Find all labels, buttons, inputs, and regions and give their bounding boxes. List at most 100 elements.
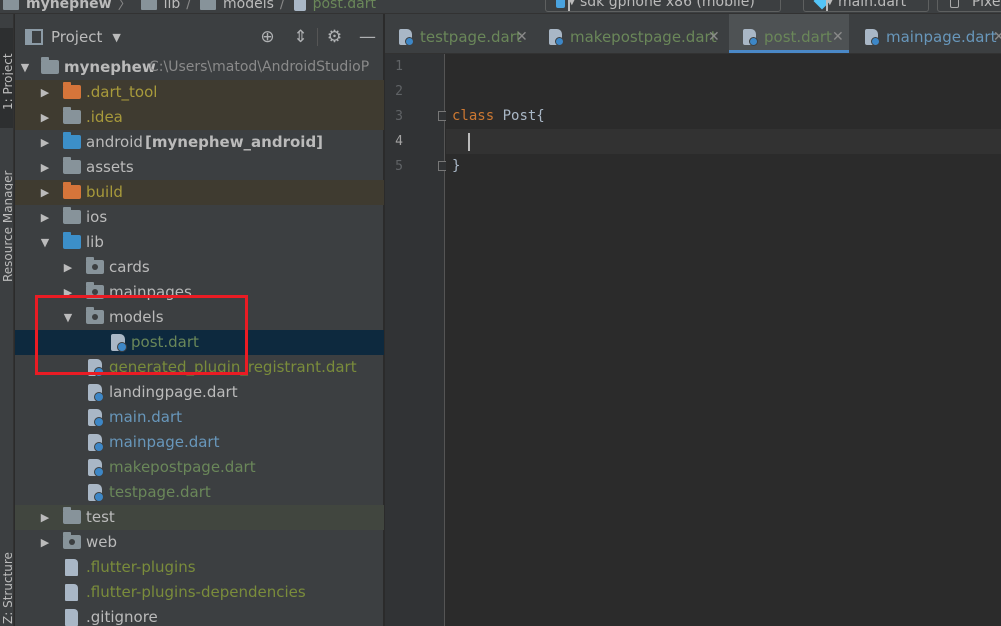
tree-item-label: assets: [86, 158, 134, 176]
tab-post[interactable]: post.dart ✕: [729, 14, 849, 53]
tree-item-web[interactable]: ▶ web: [15, 530, 384, 555]
resource-manager-tool-tab[interactable]: Resource Manager: [0, 154, 13, 294]
git-file-icon: [65, 609, 78, 626]
line-number: 2: [395, 84, 403, 99]
tree-item-label: makepostpage.dart: [109, 458, 256, 476]
chevron-down-icon[interactable]: ▼: [19, 55, 31, 80]
close-icon[interactable]: ✕: [516, 14, 528, 53]
editor-gutter: 1 2 3 4 5: [385, 54, 448, 626]
close-icon[interactable]: ✕: [832, 14, 844, 53]
breadcrumb-lib[interactable]: lib: [164, 0, 181, 12]
chevron-right-icon[interactable]: ▶: [39, 155, 51, 180]
idea-folder-icon: [63, 107, 81, 124]
dart-file-icon: [88, 484, 104, 502]
text-cursor: [468, 133, 470, 151]
folder-icon: [140, 0, 157, 10]
tree-item-main-dart[interactable]: main.dart: [15, 405, 384, 430]
gear-icon[interactable]: ⚙: [318, 24, 351, 50]
tree-item-label: cards: [109, 258, 150, 276]
avd-selector[interactable]: Pixe: [937, 0, 1001, 12]
dart-file-icon: [549, 29, 564, 46]
tree-item-cards[interactable]: ▶ cards: [15, 255, 384, 280]
chevron-right-icon[interactable]: ▶: [39, 505, 51, 530]
structure-tool-tab[interactable]: Z: Structure: [0, 534, 13, 626]
tree-item-build[interactable]: ▶ build: [15, 180, 384, 205]
tree-item-label: testpage.dart: [109, 483, 211, 501]
tab-makepostpage[interactable]: makepostpage.dart ✕: [535, 14, 729, 53]
line-number: 1: [395, 59, 403, 74]
tree-item-makepostpage[interactable]: makepostpage.dart: [15, 455, 384, 480]
avd-selector-label: Pixe: [972, 0, 1001, 10]
line-number: 3: [395, 109, 403, 124]
tab-label: testpage.dart: [420, 28, 522, 46]
web-folder-icon: [63, 532, 81, 549]
current-line-highlight: [446, 129, 1001, 154]
close-icon[interactable]: ✕: [708, 14, 720, 53]
chevron-down-icon[interactable]: ▼: [112, 31, 120, 44]
breadcrumb-separator: /: [186, 0, 191, 12]
tree-item-flutter-plugins[interactable]: .flutter-plugins: [15, 555, 384, 580]
tree-item-android[interactable]: ▶ android [mynephew_android]: [15, 130, 384, 155]
chevron-right-icon[interactable]: ▶: [39, 180, 51, 205]
tab-label: mainpage.dart: [886, 28, 997, 46]
breadcrumb-project[interactable]: mynephew: [26, 0, 112, 12]
dart-file-icon: [865, 29, 880, 46]
folder-icon: [3, 0, 19, 10]
code-token: Post{: [494, 108, 545, 124]
chevron-down-icon: ▼: [826, 0, 834, 11]
chevron-right-icon[interactable]: ▶: [39, 530, 51, 555]
tree-item-label: .dart_tool: [86, 83, 158, 101]
dart-file-icon: [88, 384, 104, 402]
project-view-selector[interactable]: Project: [51, 28, 102, 46]
tree-item-assets[interactable]: ▶ assets: [15, 155, 384, 180]
tree-item-mainpage[interactable]: mainpage.dart: [15, 430, 384, 455]
run-configuration-selector[interactable]: main.dart ▼: [803, 0, 929, 12]
tree-item-flutter-plugins-dependencies[interactable]: .flutter-plugins-dependencies: [15, 580, 384, 605]
left-tool-window-bar: 1: Project Resource Manager Z: Structure: [0, 14, 14, 626]
chevron-right-icon[interactable]: ▶: [39, 80, 51, 105]
dart-file-icon: [399, 29, 414, 46]
tree-item-root[interactable]: ▼ mynephew C:\Users\matod\AndroidStudioP: [15, 55, 384, 80]
breadcrumb-separator: 〉: [117, 0, 132, 13]
tree-item-dart-tool[interactable]: ▶ .dart_tool: [15, 80, 384, 105]
code-editor[interactable]: class Post{ }: [446, 54, 1001, 626]
annotation-highlight-box: [35, 295, 248, 375]
tree-item-label: main.dart: [109, 408, 183, 426]
collapse-all-icon[interactable]: ⇕: [284, 24, 317, 50]
project-tool-tab[interactable]: 1: Project: [0, 28, 13, 128]
tree-item-label: mynephew: [64, 58, 156, 76]
locate-file-icon[interactable]: ⊕: [251, 24, 284, 50]
breadcrumb-file[interactable]: post.dart: [313, 0, 376, 12]
breadcrumb-models[interactable]: models: [223, 0, 274, 12]
chevron-right-icon[interactable]: ▶: [62, 255, 74, 280]
project-view-icon: [25, 29, 43, 45]
editor-tabs: testpage.dart ✕ makepostpage.dart ✕ post…: [385, 14, 1001, 54]
tree-item-idea[interactable]: ▶ .idea: [15, 105, 384, 130]
tree-item-gitignore[interactable]: .gitignore: [15, 605, 384, 626]
tree-item-test[interactable]: ▶ test: [15, 505, 384, 530]
tree-item-testpage[interactable]: testpage.dart: [15, 480, 384, 505]
chevron-right-icon[interactable]: ▶: [39, 130, 51, 155]
tree-item-label: android: [86, 133, 143, 151]
excluded-folder-icon: [63, 82, 81, 99]
tab-testpage[interactable]: testpage.dart ✕: [385, 14, 535, 53]
chevron-down-icon[interactable]: ▼: [39, 230, 51, 255]
code-line-3: class Post{: [452, 104, 545, 129]
dart-file-icon: [88, 409, 104, 427]
tree-item-landingpage[interactable]: landingpage.dart: [15, 380, 384, 405]
package-folder-icon: [86, 257, 104, 274]
hide-panel-icon[interactable]: —: [351, 24, 384, 50]
device-selector[interactable]: sdk gphone x86 (mobile) ▼: [545, 0, 781, 12]
tree-item-ios[interactable]: ▶ ios: [15, 205, 384, 230]
chevron-right-icon[interactable]: ▶: [39, 105, 51, 130]
project-panel-header: Project ▼ ⊕ ⇕ ⚙ —: [15, 24, 384, 50]
run-configuration-label: main.dart: [838, 0, 907, 10]
tab-mainpage[interactable]: mainpage.dart ✕: [851, 14, 1001, 53]
test-folder-icon: [63, 507, 81, 524]
tree-item-lib[interactable]: ▼ lib: [15, 230, 384, 255]
close-icon[interactable]: ✕: [993, 14, 1001, 53]
line-number: 5: [395, 159, 403, 174]
tab-label: makepostpage.dart: [570, 28, 717, 46]
module-folder-icon: [63, 132, 81, 149]
chevron-right-icon[interactable]: ▶: [39, 205, 51, 230]
